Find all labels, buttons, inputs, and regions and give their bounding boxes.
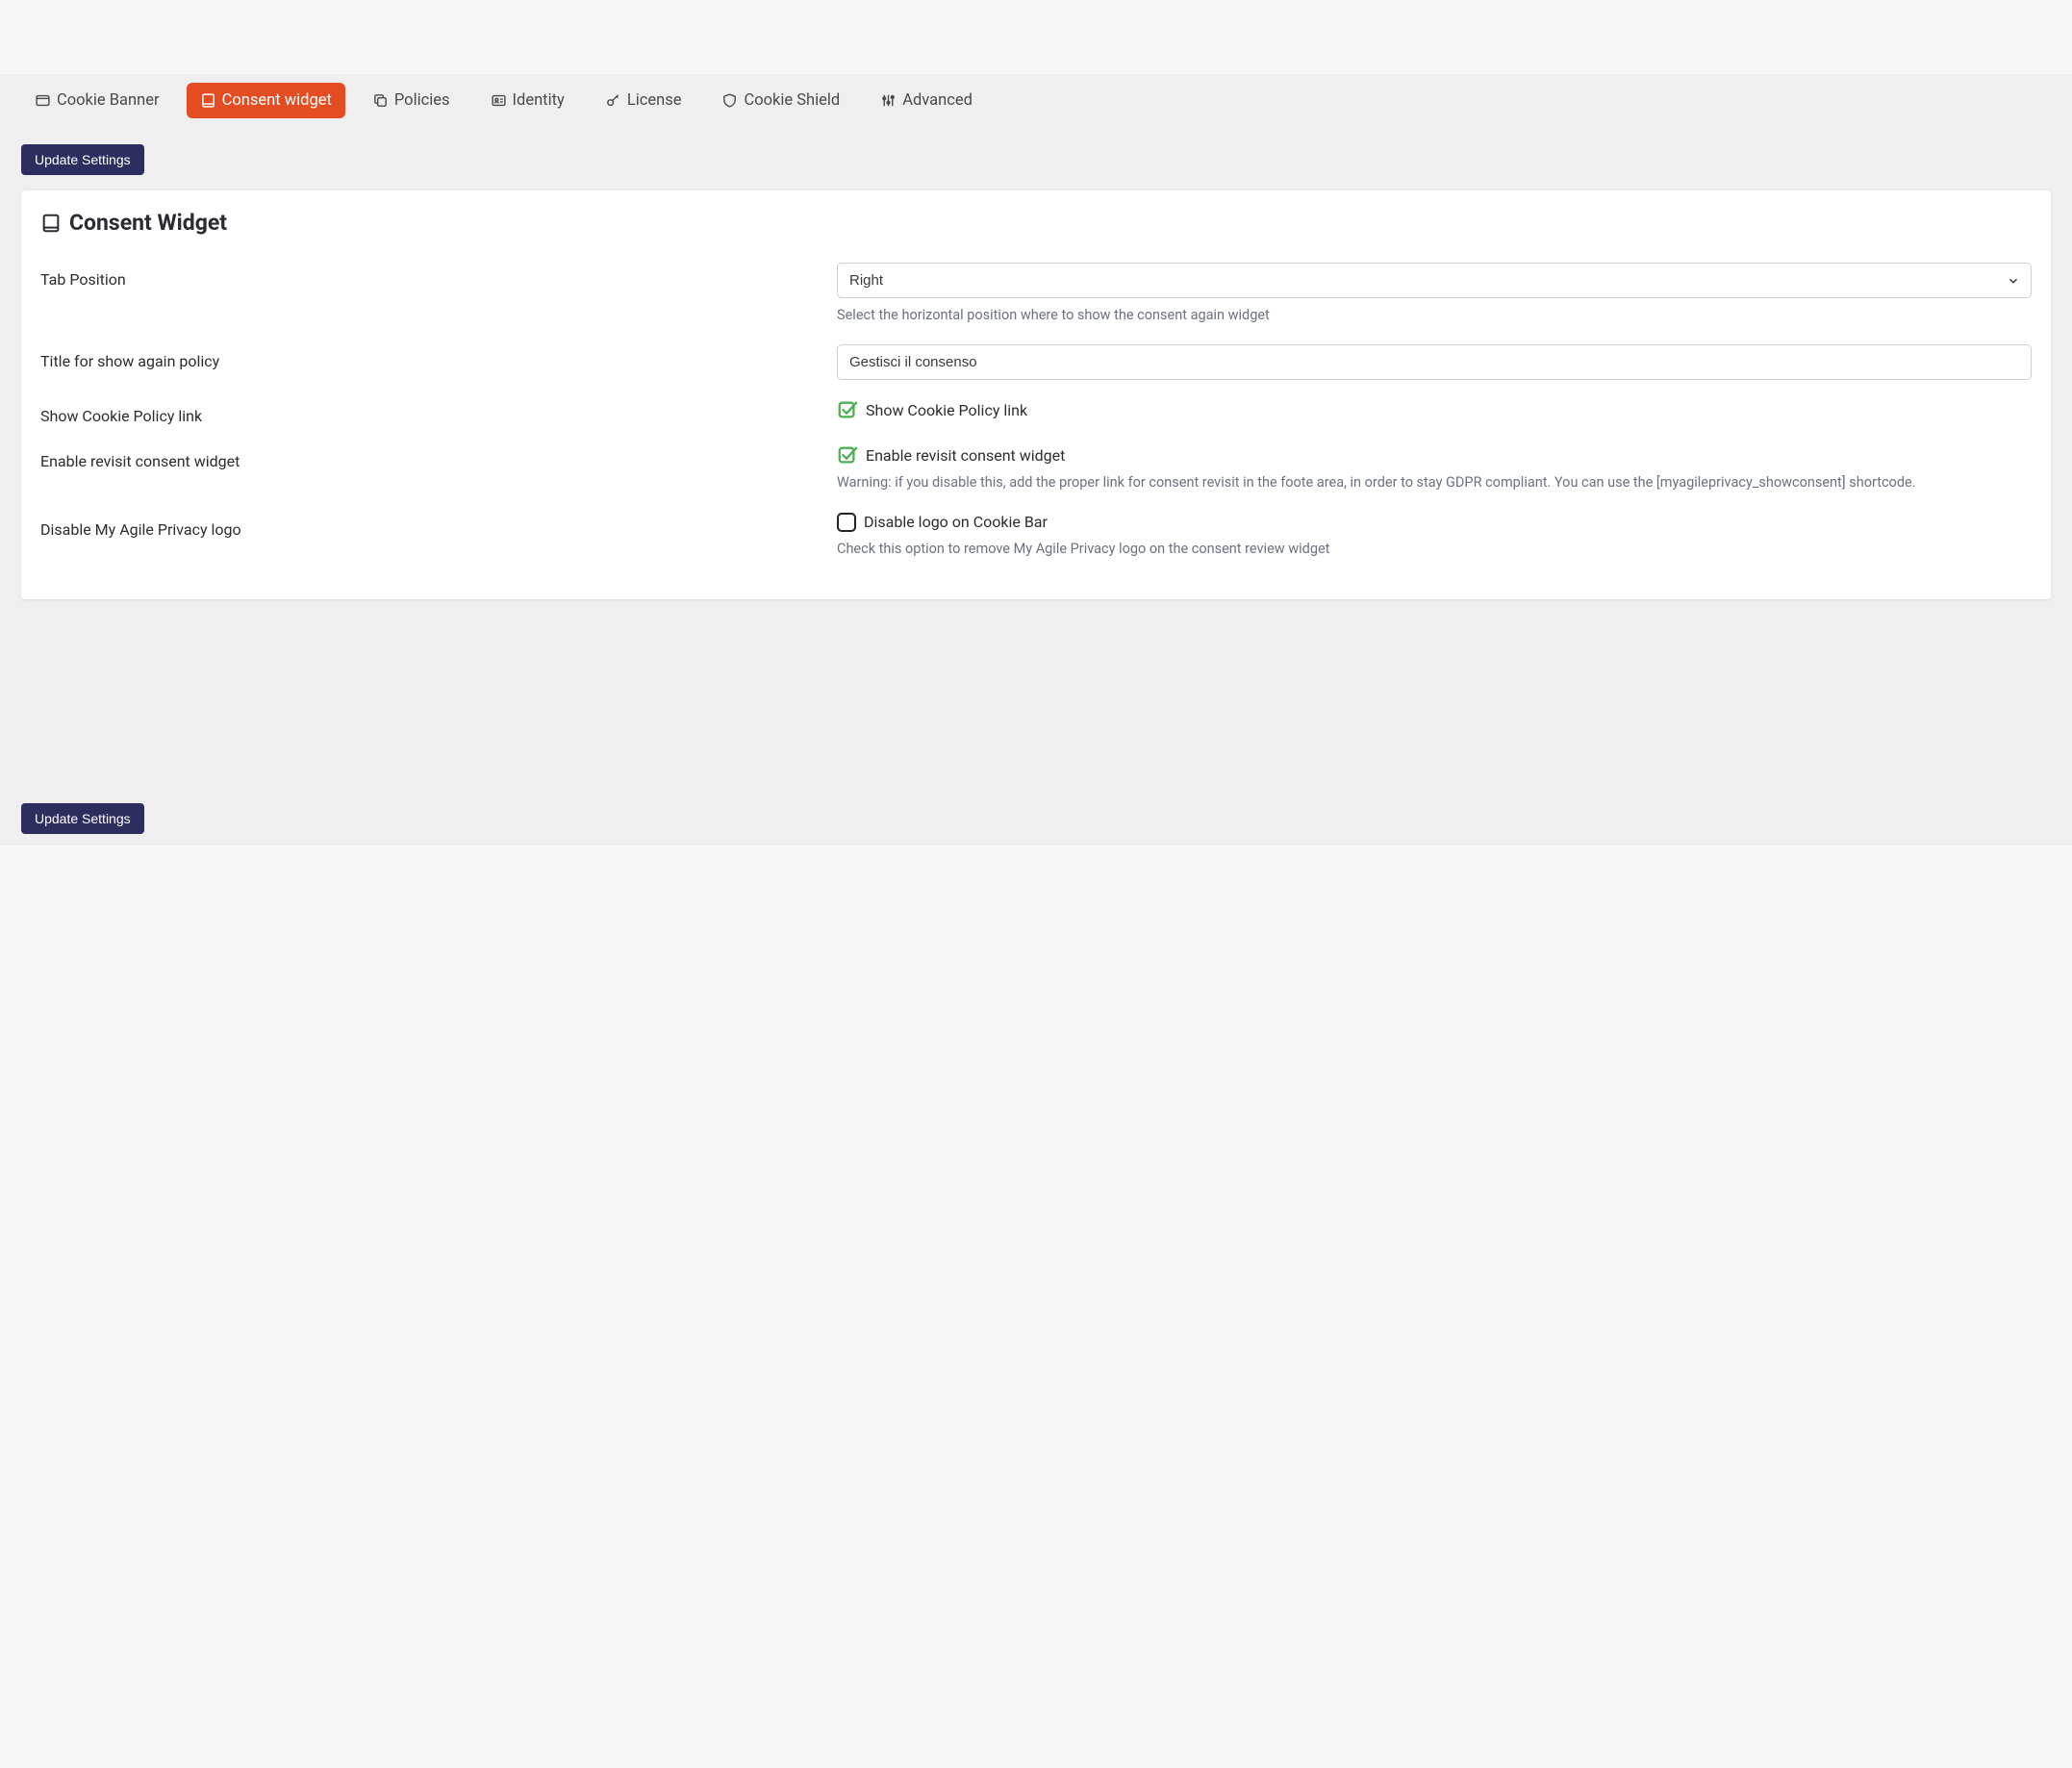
id-card-icon <box>491 92 507 109</box>
tab-label: Cookie Shield <box>744 91 840 110</box>
tabs-bar: Cookie Banner Consent widget Policies Id… <box>0 74 2072 127</box>
tab-identity[interactable]: Identity <box>477 83 578 118</box>
tablet-icon <box>200 92 216 109</box>
select-tab-position[interactable]: Right <box>837 263 2032 298</box>
checkbox-disable-logo[interactable]: Disable logo on Cookie Bar <box>837 513 2032 532</box>
shield-icon <box>721 92 738 109</box>
copy-icon <box>372 92 389 109</box>
card-title: Consent Widget <box>40 210 2032 236</box>
tab-license[interactable]: License <box>592 83 695 118</box>
tablet-icon <box>40 213 62 234</box>
card-title-text: Consent Widget <box>69 210 227 236</box>
sliders-icon <box>880 92 897 109</box>
settings-page: Cookie Banner Consent widget Policies Id… <box>0 74 2072 846</box>
window-icon <box>35 92 51 109</box>
label-title-show-again: Title for show again policy <box>40 344 837 370</box>
update-settings-button[interactable]: Update Settings <box>21 144 144 175</box>
help-tab-position: Select the horizontal position where to … <box>837 306 2032 325</box>
tab-cookie-shield[interactable]: Cookie Shield <box>708 83 853 118</box>
check-icon <box>837 444 858 466</box>
help-disable-logo: Check this option to remove My Agile Pri… <box>837 540 2032 559</box>
tab-label: Cookie Banner <box>57 91 160 110</box>
help-enable-revisit: Warning: if you disable this, add the pr… <box>837 473 2032 493</box>
label-show-cookie-policy-link: Show Cookie Policy link <box>40 399 837 425</box>
key-icon <box>605 92 621 109</box>
tab-label: License <box>627 91 682 110</box>
checkbox-label: Show Cookie Policy link <box>866 401 1027 419</box>
label-enable-revisit: Enable revisit consent widget <box>40 444 837 470</box>
row-disable-logo: Disable My Agile Privacy logo Disable lo… <box>40 503 2032 568</box>
checkbox-label: Disable logo on Cookie Bar <box>864 513 1048 531</box>
tab-consent-widget[interactable]: Consent widget <box>187 83 345 118</box>
checkbox-enable-revisit[interactable]: Enable revisit consent widget <box>837 444 2032 466</box>
consent-widget-card: Consent Widget Tab Position Right Select… <box>21 190 2051 599</box>
tab-label: Advanced <box>902 91 973 110</box>
check-icon <box>837 399 858 420</box>
tab-label: Identity <box>513 91 565 110</box>
row-show-cookie-policy-link: Show Cookie Policy link Show Cookie Poli… <box>40 390 2032 435</box>
label-tab-position: Tab Position <box>40 263 837 289</box>
row-tab-position: Tab Position Right Select the horizontal… <box>40 253 2032 335</box>
checkbox-show-cookie-policy-link[interactable]: Show Cookie Policy link <box>837 399 2032 420</box>
label-disable-logo: Disable My Agile Privacy logo <box>40 513 837 539</box>
update-settings-button-bottom[interactable]: Update Settings <box>21 803 144 834</box>
input-title-show-again[interactable] <box>837 344 2032 380</box>
tab-policies[interactable]: Policies <box>359 83 464 118</box>
tab-label: Consent widget <box>222 91 332 110</box>
checkbox-label: Enable revisit consent widget <box>866 446 1065 465</box>
tab-cookie-banner[interactable]: Cookie Banner <box>21 83 173 118</box>
row-enable-revisit: Enable revisit consent widget Enable rev… <box>40 435 2032 502</box>
unchecked-box-icon <box>837 513 856 532</box>
tab-label: Policies <box>394 91 450 110</box>
tab-advanced[interactable]: Advanced <box>867 83 986 118</box>
row-title-show-again: Title for show again policy <box>40 335 2032 390</box>
